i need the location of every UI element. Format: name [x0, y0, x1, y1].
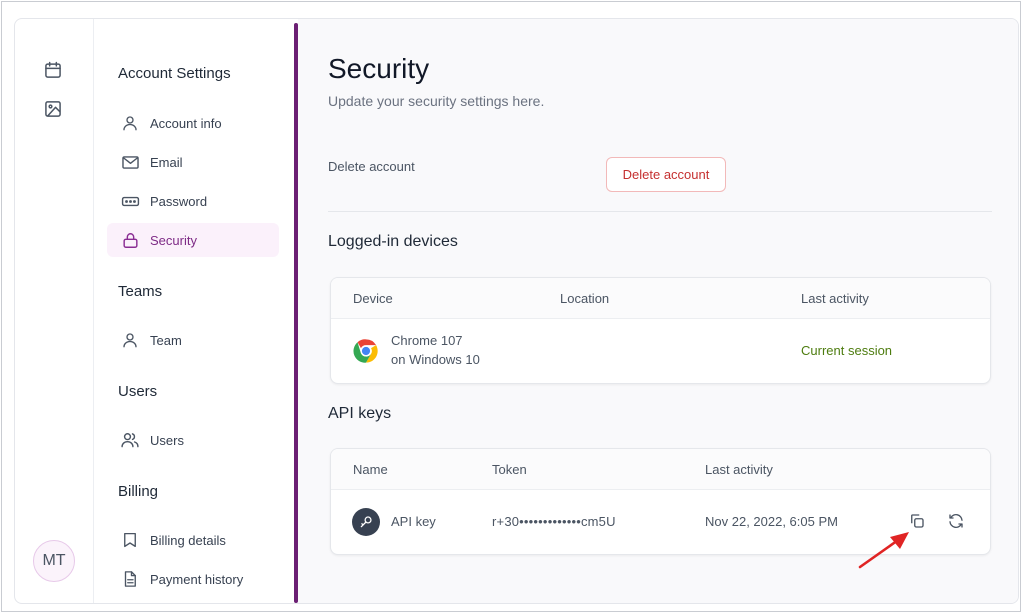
- key-icon: [352, 508, 380, 536]
- section-divider: [328, 211, 992, 212]
- user-icon: [120, 113, 140, 133]
- sidebar-item-payment-history[interactable]: Payment history: [107, 562, 279, 596]
- chrome-browser-icon: [352, 337, 380, 365]
- device-os: on Windows 10: [391, 352, 480, 367]
- image-icon[interactable]: [42, 98, 64, 120]
- delete-account-label: Delete account: [328, 159, 415, 174]
- table-row: Chrome 107 on Windows 10 Current session: [331, 319, 990, 383]
- app-window: MT Account Settings Account info Email P…: [14, 18, 1019, 604]
- sidebar-heading-teams: Teams: [118, 283, 163, 300]
- api-key-last-activity: Nov 22, 2022, 6:05 PM: [705, 514, 838, 529]
- page-title: Security: [328, 53, 430, 84]
- page-subtitle: Update your security settings here.: [328, 93, 545, 109]
- sidebar-item-account-info[interactable]: Account info: [107, 106, 279, 140]
- column-header-last-activity: Last activity: [801, 291, 869, 306]
- sidebar-item-password[interactable]: Password: [107, 184, 279, 218]
- api-key-name: API key: [391, 514, 436, 529]
- table-header: Name Token Last activity: [331, 449, 990, 490]
- column-header-location: Location: [560, 291, 610, 306]
- users-icon: [120, 430, 140, 450]
- sidebar-item-email[interactable]: Email: [107, 145, 279, 179]
- current-session-status: Current session: [801, 343, 893, 358]
- sidebar-heading-account-settings: Account Settings: [118, 65, 231, 82]
- calendar-icon[interactable]: [42, 59, 64, 81]
- settings-sidebar: Account Settings Account info Email Pass…: [94, 19, 294, 603]
- delete-account-button[interactable]: Delete account: [606, 157, 726, 192]
- sidebar-item-label: Password: [150, 193, 208, 209]
- api-key-token: r+30•••••••••••••cm5U: [492, 514, 616, 529]
- mail-icon: [120, 152, 140, 172]
- column-header-name: Name: [353, 462, 388, 477]
- sidebar-item-security[interactable]: Security: [107, 223, 279, 257]
- password-icon: [120, 191, 140, 211]
- sidebar-item-team[interactable]: Team: [107, 323, 279, 357]
- sidebar-item-label: Billing details: [150, 532, 226, 548]
- sidebar-item-users[interactable]: Users: [107, 423, 279, 457]
- sidebar-item-label: Users: [150, 432, 184, 448]
- sidebar-item-billing-details[interactable]: Billing details: [107, 523, 279, 557]
- sidebar-item-label: Email: [150, 154, 183, 170]
- user-icon: [120, 330, 140, 350]
- sidebar-heading-users: Users: [118, 383, 158, 400]
- column-header-token: Token: [492, 462, 527, 477]
- sidebar-item-label: Team: [150, 332, 182, 348]
- sidebar-item-label: Payment history: [150, 571, 244, 587]
- device-name: Chrome 107: [391, 333, 463, 348]
- table-header: Device Location Last activity: [331, 278, 990, 319]
- bookmark-icon: [120, 530, 140, 550]
- screenshot-frame: MT Account Settings Account info Email P…: [1, 1, 1021, 612]
- sidebar-item-label: Security: [150, 232, 197, 248]
- annotation-arrow-icon: [858, 532, 909, 569]
- lock-icon: [120, 230, 140, 250]
- sidebar-heading-billing: Billing: [118, 483, 159, 500]
- logged-in-devices-title: Logged-in devices: [328, 233, 458, 250]
- devices-table: Device Location Last activity Chrome 107…: [330, 277, 991, 384]
- avatar[interactable]: MT: [33, 540, 75, 582]
- sidebar-item-label: Account info: [150, 115, 222, 131]
- icon-rail: MT: [15, 19, 94, 603]
- column-header-device: Device: [353, 291, 393, 306]
- main-panel: Security Update your security settings h…: [298, 19, 1018, 603]
- api-keys-title: API keys: [328, 405, 392, 422]
- refresh-icon[interactable]: [945, 510, 967, 532]
- document-icon: [120, 569, 140, 589]
- column-header-last-activity: Last activity: [705, 462, 773, 477]
